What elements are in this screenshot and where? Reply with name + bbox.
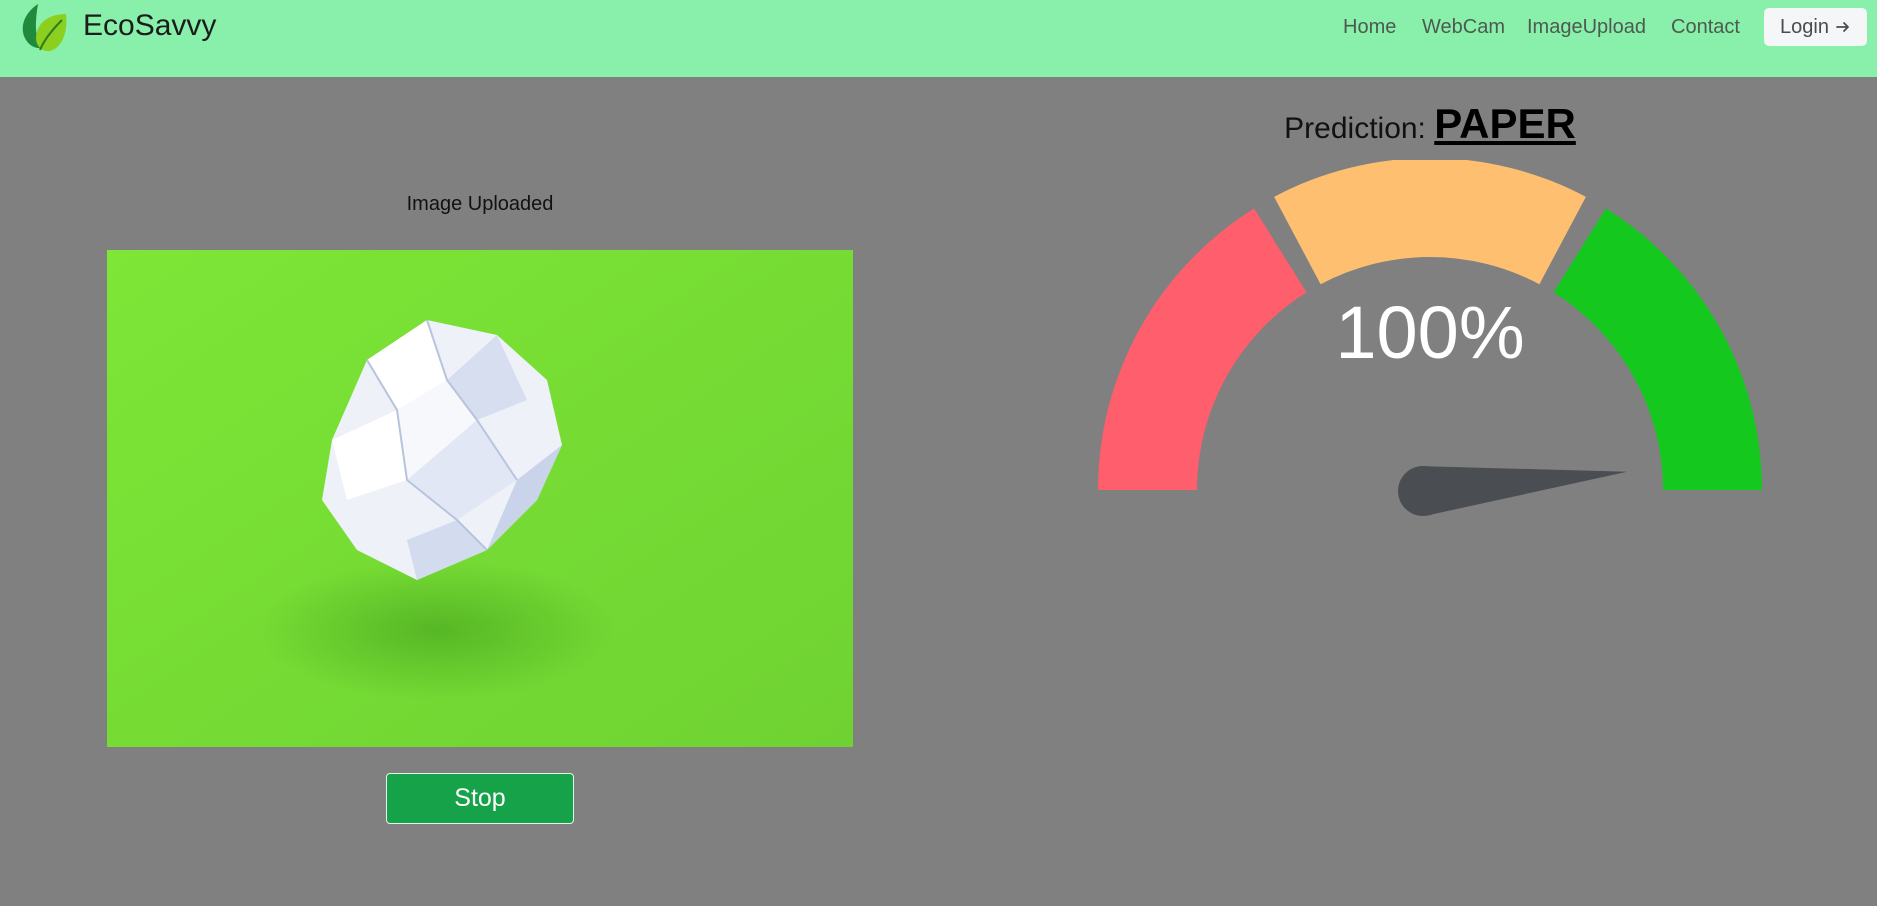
leaf-logo-icon[interactable]: [18, 2, 70, 54]
gauge-percent: 100%: [1335, 291, 1524, 374]
arrow-right-icon: [1836, 22, 1849, 32]
nav-contact[interactable]: Contact: [1671, 16, 1740, 39]
login-label: Login: [1780, 15, 1829, 38]
prediction-heading: Prediction: PAPER: [1080, 100, 1780, 148]
brand-name[interactable]: EcoSavvy: [83, 9, 216, 43]
gauge-segment-green: [1553, 208, 1762, 490]
gauge-segment-red: [1098, 208, 1307, 490]
uploaded-image: [107, 250, 853, 747]
nav-webcam[interactable]: WebCam: [1422, 16, 1505, 39]
upload-title: Image Uploaded: [406, 193, 554, 215]
stop-button[interactable]: Stop: [386, 773, 574, 824]
nav-imageupload[interactable]: ImageUpload: [1527, 16, 1646, 39]
prediction-label: Prediction:: [1284, 112, 1426, 145]
nav-home[interactable]: Home: [1343, 16, 1396, 39]
navbar: EcoSavvy Home WebCam ImageUpload Contact…: [0, 0, 1877, 77]
confidence-gauge: 100%: [1098, 160, 1762, 516]
gauge-needle: [1398, 466, 1628, 516]
prediction-value: PAPER: [1434, 100, 1576, 147]
login-button[interactable]: Login: [1764, 8, 1867, 46]
gauge-segment-orange: [1274, 160, 1586, 285]
